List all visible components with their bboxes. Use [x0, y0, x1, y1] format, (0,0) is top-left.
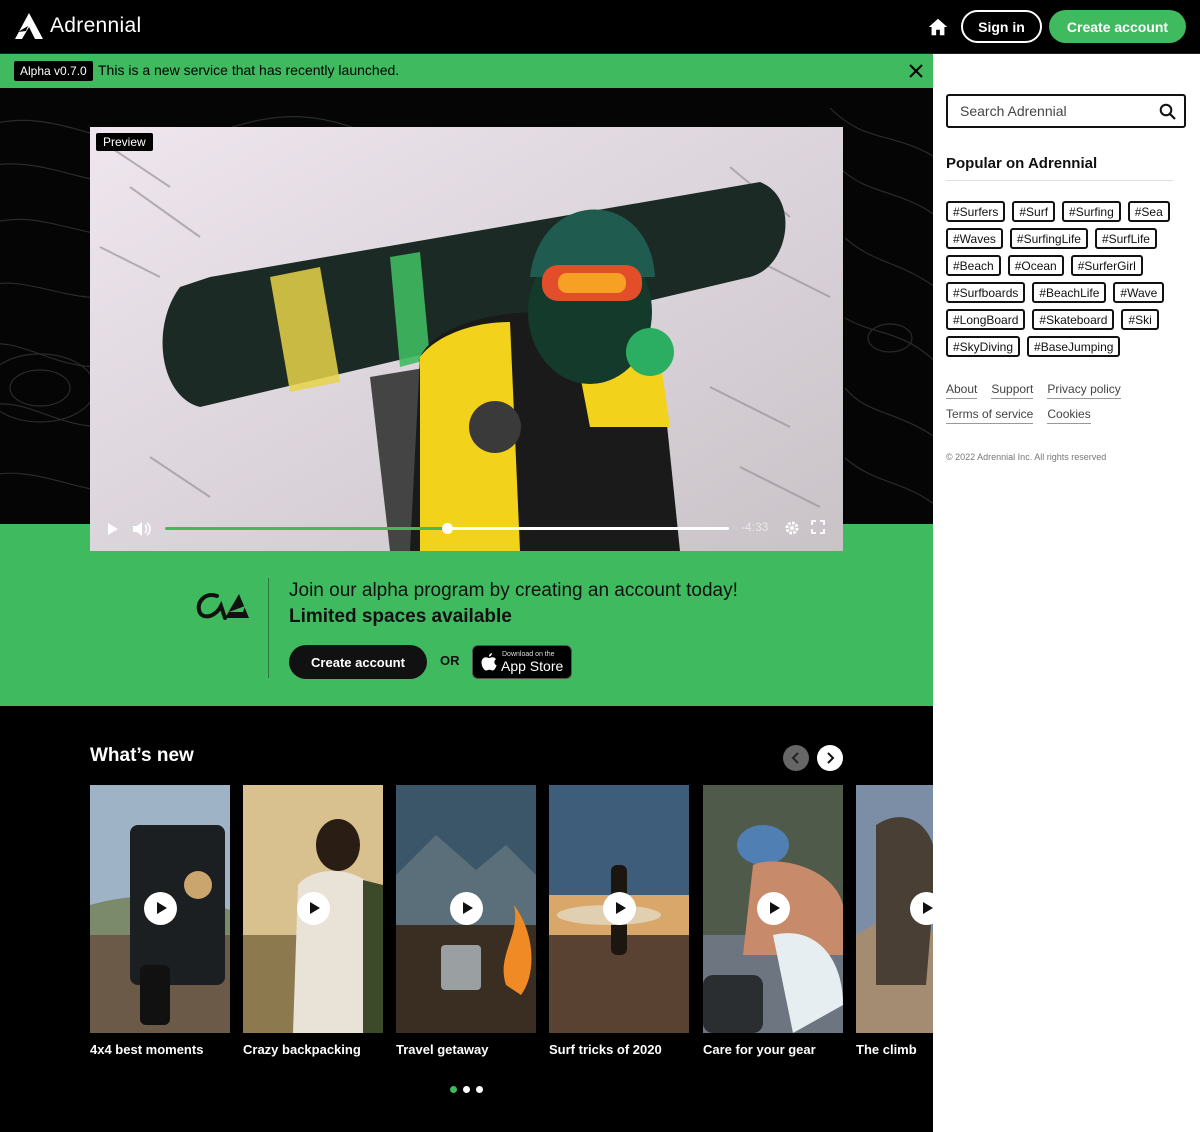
hashtag-chip[interactable]: #Waves — [946, 228, 1003, 249]
right-sidebar: Popular on Adrennial #Surfers #Surf #Sur… — [933, 54, 1200, 1132]
app-store-button[interactable]: Download on the App Store — [472, 645, 572, 679]
popular-tags: #Surfers #Surf #Surfing #Sea #Waves #Sur… — [946, 201, 1186, 357]
video-card[interactable]: The climb — [856, 785, 933, 1057]
search-box — [946, 94, 1186, 128]
hashtag-chip[interactable]: #Ocean — [1007, 255, 1064, 276]
alpha-program-logo-icon — [196, 593, 249, 620]
video-controls: -4:33 — [90, 513, 843, 551]
volume-icon[interactable] — [132, 521, 152, 537]
hashtag-chip[interactable]: #Surfers — [946, 201, 1006, 222]
video-card[interactable]: Surf tricks of 2020 — [549, 785, 689, 1057]
carousel-dot[interactable] — [450, 1086, 457, 1093]
chevron-left-icon — [791, 752, 799, 764]
video-card-title: Care for your gear — [703, 1042, 816, 1057]
hashtag-chip[interactable]: #Wave — [1113, 282, 1165, 303]
banner-message: This is a new service that has recently … — [98, 62, 400, 78]
preview-badge: Preview — [96, 133, 153, 151]
alpha-banner: Alpha v0.7.0 This is a new service that … — [0, 54, 933, 88]
app-store-caption: Download on the — [502, 651, 555, 658]
video-card[interactable]: Travel getaway — [396, 785, 536, 1057]
hashtag-chip[interactable]: #BaseJumping — [1027, 336, 1121, 357]
home-icon[interactable] — [927, 16, 949, 38]
carousel-prev-button[interactable] — [783, 745, 809, 771]
hashtag-chip[interactable]: #Skateboard — [1032, 309, 1115, 330]
video-card[interactable]: 4x4 best moments — [90, 785, 230, 1057]
close-icon[interactable] — [907, 62, 925, 80]
video-thumbnail — [243, 785, 383, 1033]
search-icon[interactable] — [1159, 103, 1176, 120]
search-input[interactable] — [948, 96, 1153, 126]
video-card-title: Travel getaway — [396, 1042, 489, 1057]
hashtag-chip[interactable]: #Surfboards — [946, 282, 1026, 303]
brand-logo[interactable]: Adrennial — [14, 12, 141, 40]
cookies-link[interactable]: Cookies — [1047, 407, 1091, 424]
video-thumbnail — [90, 785, 230, 1033]
hashtag-chip[interactable]: #BeachLife — [1032, 282, 1107, 303]
hashtag-chip[interactable]: #Sea — [1127, 201, 1170, 222]
video-card[interactable]: Care for your gear — [703, 785, 843, 1057]
hashtag-chip[interactable]: #SkyDiving — [946, 336, 1021, 357]
join-message-emphasis: Limited spaces available — [289, 606, 512, 627]
apple-icon — [481, 653, 497, 671]
video-card[interactable]: Crazy backpacking — [243, 785, 383, 1057]
about-link[interactable]: About — [946, 382, 978, 399]
brand-name: Adrennial — [50, 14, 142, 37]
create-account-button[interactable]: Create account — [1049, 10, 1186, 43]
video-thumbnail — [396, 785, 536, 1033]
hashtag-chip[interactable]: #Surfing — [1062, 201, 1121, 222]
carousel-pagination — [450, 1086, 483, 1093]
privacy-policy-link[interactable]: Privacy policy — [1047, 382, 1121, 399]
play-button[interactable] — [297, 892, 330, 925]
carousel-dot[interactable] — [463, 1086, 470, 1093]
join-create-account-button[interactable]: Create account — [289, 645, 427, 679]
video-card-title: The climb — [856, 1042, 917, 1057]
popular-heading: Popular on Adrennial — [946, 155, 1098, 172]
hashtag-chip[interactable]: #Beach — [946, 255, 1001, 276]
copyright-notice: © 2022 Adrennial Inc. All rights reserve… — [946, 452, 1107, 462]
video-progress-slider[interactable] — [165, 523, 729, 534]
play-button[interactable] — [450, 892, 483, 925]
terms-of-service-link[interactable]: Terms of service — [946, 407, 1034, 424]
video-thumbnail — [549, 785, 689, 1033]
play-button[interactable] — [757, 892, 790, 925]
video-thumbnail — [703, 785, 843, 1033]
video-card-title: 4x4 best moments — [90, 1042, 204, 1057]
video-progress-handle[interactable] — [442, 523, 453, 534]
or-separator: OR — [440, 653, 460, 668]
support-link[interactable]: Support — [991, 382, 1034, 399]
hashtag-chip[interactable]: #SurfingLife — [1009, 228, 1088, 249]
join-divider — [268, 578, 269, 678]
hashtag-chip[interactable]: #SurfLife — [1094, 228, 1157, 249]
play-button[interactable] — [144, 892, 177, 925]
play-icon[interactable] — [106, 521, 120, 537]
divider — [946, 180, 1173, 181]
whats-new-heading: What’s new — [90, 745, 194, 766]
alpha-version-badge: Alpha v0.7.0 — [14, 61, 93, 81]
carousel-dot[interactable] — [476, 1086, 483, 1093]
join-message-text: Join our alpha program by creating an ac… — [289, 580, 738, 601]
time-remaining: -4:33 — [741, 520, 769, 534]
settings-gear-icon[interactable] — [784, 520, 800, 536]
play-button[interactable] — [603, 892, 636, 925]
join-alpha-message: Join our alpha program by creating an ac… — [289, 578, 759, 630]
video-frame-snowboarder — [90, 127, 843, 551]
sign-in-button[interactable]: Sign in — [961, 10, 1042, 43]
footer-links: About Support Privacy policy Terms of se… — [946, 382, 1186, 424]
hashtag-chip[interactable]: #LongBoard — [946, 309, 1026, 330]
video-card-title: Surf tricks of 2020 — [549, 1042, 662, 1057]
app-store-label: App Store — [501, 658, 564, 674]
adrennial-mark-icon — [15, 13, 43, 39]
hashtag-chip[interactable]: #Surf — [1012, 201, 1056, 222]
hashtag-chip[interactable]: #Ski — [1121, 309, 1159, 330]
chevron-right-icon — [827, 752, 835, 764]
video-thumbnail — [856, 785, 933, 1033]
top-header: Adrennial Sign in Create account — [0, 0, 1200, 54]
video-progress-fill — [165, 527, 447, 530]
video-player[interactable]: Preview -4:33 — [90, 127, 843, 551]
carousel-next-button[interactable] — [817, 745, 843, 771]
video-card-title: Crazy backpacking — [243, 1042, 361, 1057]
hashtag-chip[interactable]: #SurferGirl — [1070, 255, 1143, 276]
fullscreen-icon[interactable] — [811, 520, 825, 534]
